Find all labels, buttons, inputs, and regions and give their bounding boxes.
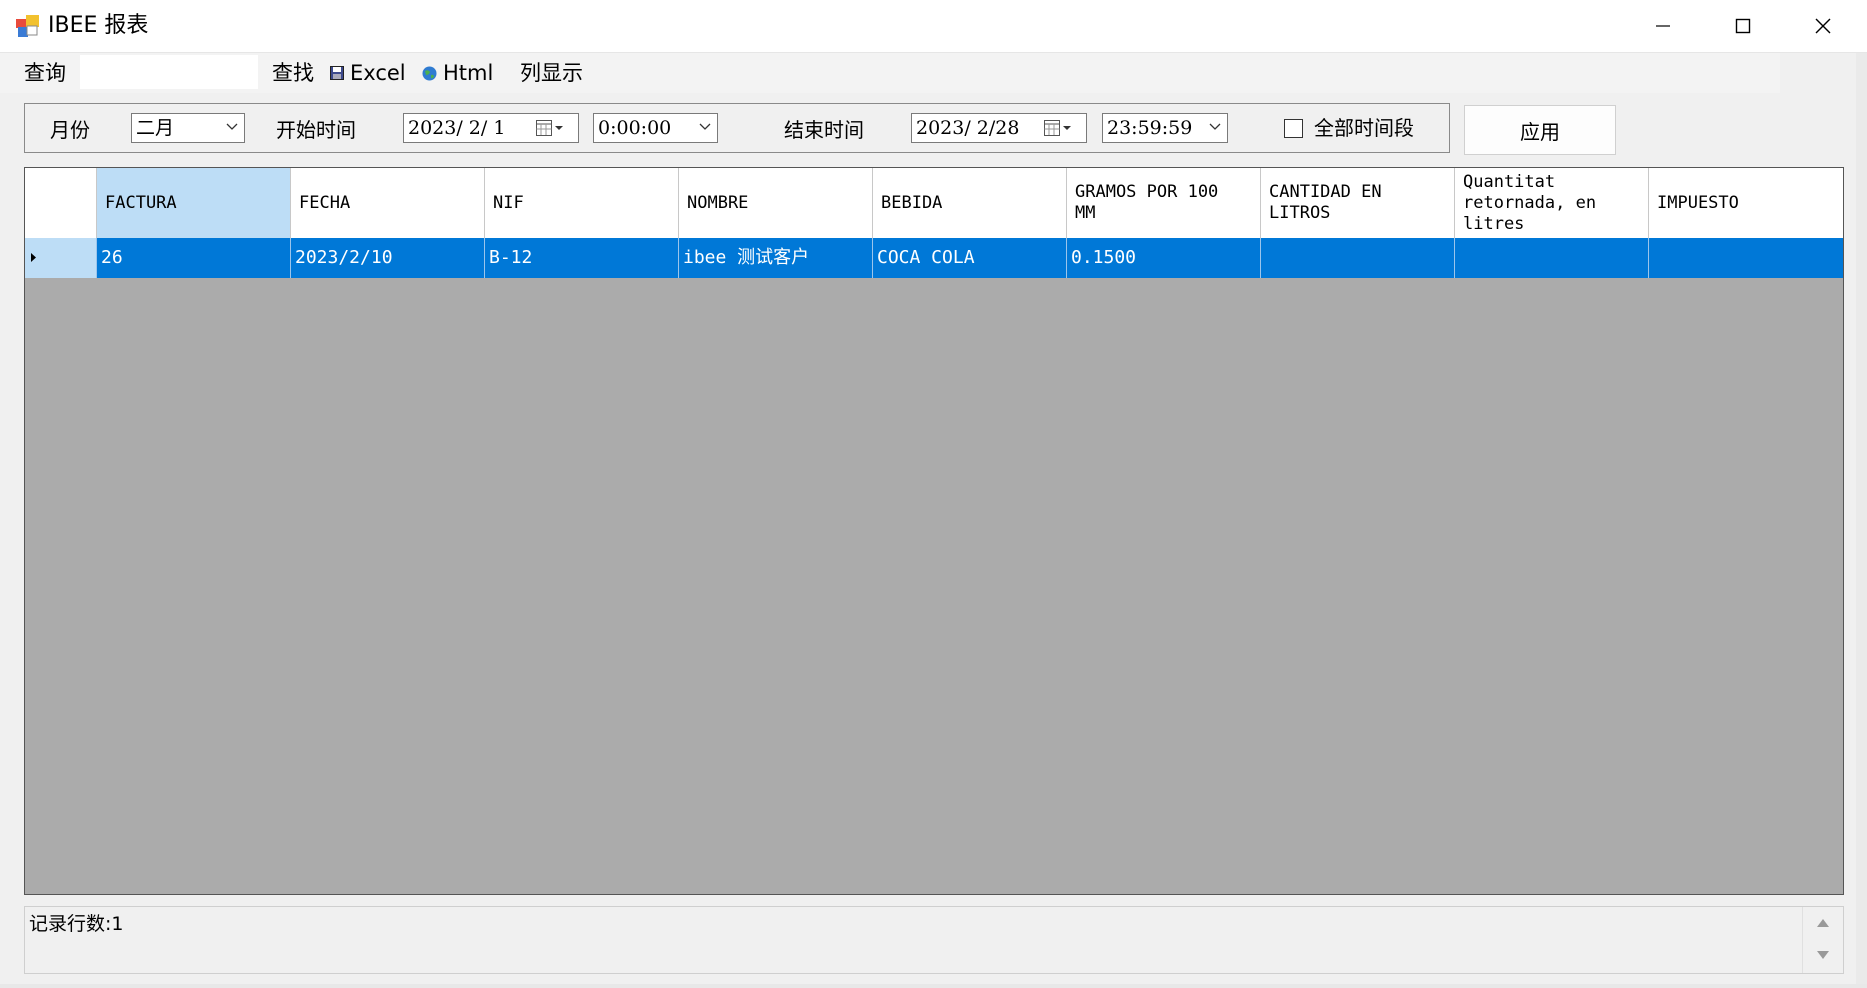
start-time-label: 开始时间 xyxy=(276,118,356,142)
find-button[interactable]: 查找 xyxy=(272,59,314,87)
search-input[interactable] xyxy=(80,55,258,89)
query-label: 查询 xyxy=(24,61,66,85)
maximize-button[interactable] xyxy=(1703,0,1783,52)
minimize-button[interactable] xyxy=(1623,0,1703,52)
table-cell[interactable]: 2023/2/10 xyxy=(291,238,485,278)
excel-export-button[interactable]: Excel xyxy=(330,59,406,87)
end-time-label: 结束时间 xyxy=(784,118,864,142)
title-bar: IBEE 报表 xyxy=(0,0,1867,53)
row-header-corner[interactable] xyxy=(25,168,97,238)
scroll-down-icon[interactable] xyxy=(1817,951,1829,959)
end-time-select[interactable]: 23:59:59 xyxy=(1102,113,1228,143)
toolbar: 查询 查找 Excel Html 列显示 xyxy=(0,53,1780,93)
month-label: 月份 xyxy=(50,118,90,142)
table-cell[interactable]: B-12 xyxy=(485,238,679,278)
status-scrollbar[interactable] xyxy=(1802,907,1843,973)
all-periods-checkbox[interactable] xyxy=(1284,119,1303,138)
column-header[interactable]: GRAMOS POR 100 MM xyxy=(1067,168,1261,238)
column-header[interactable]: CANTIDAD EN LITROS xyxy=(1261,168,1455,238)
close-button[interactable] xyxy=(1783,0,1863,52)
close-icon xyxy=(1815,18,1831,34)
table-row[interactable]: 26 2023/2/10 B-12 ibee 测试客户 COCA COLA 0.… xyxy=(25,238,1843,278)
column-header[interactable]: NOMBRE xyxy=(679,168,873,238)
row-pointer-icon xyxy=(31,253,36,262)
scroll-up-icon[interactable] xyxy=(1817,919,1829,927)
maximize-icon xyxy=(1735,18,1751,34)
excel-label: Excel xyxy=(350,61,406,85)
start-time-value: 0:00:00 xyxy=(598,117,672,139)
column-header[interactable]: BEBIDA xyxy=(873,168,1067,238)
window-title: IBEE 报表 xyxy=(48,13,149,38)
chevron-down-icon xyxy=(699,123,711,130)
chevron-down-icon xyxy=(1209,123,1221,130)
end-date-value: 2023/ 2/28 xyxy=(916,117,1020,139)
calendar-icon xyxy=(536,120,563,136)
status-box: 记录行数:1 xyxy=(24,906,1844,974)
minimize-icon xyxy=(1656,25,1670,27)
start-date-value: 2023/ 2/ 1 xyxy=(408,117,506,139)
save-icon xyxy=(330,66,344,80)
grid-header: FACTURA FECHA NIF NOMBRE BEBIDA GRAMOS P… xyxy=(25,168,1843,239)
calendar-icon xyxy=(1044,120,1071,136)
end-date-picker[interactable]: 2023/ 2/28 xyxy=(911,113,1087,143)
month-value: 二月 xyxy=(136,117,175,139)
data-grid[interactable]: FACTURA FECHA NIF NOMBRE BEBIDA GRAMOS P… xyxy=(24,167,1844,895)
table-cell[interactable]: COCA COLA xyxy=(873,238,1067,278)
globe-icon xyxy=(422,66,437,80)
column-header[interactable]: Quantitat retornada, en litres xyxy=(1455,168,1649,238)
table-cell[interactable] xyxy=(1261,238,1455,278)
table-cell[interactable]: ibee 测试客户 xyxy=(679,238,873,278)
html-label: Html xyxy=(443,61,494,85)
chevron-down-icon xyxy=(226,123,238,130)
column-header[interactable]: FACTURA xyxy=(97,168,291,238)
table-cell[interactable]: 26 xyxy=(97,238,291,278)
table-cell[interactable] xyxy=(1455,238,1649,278)
apply-button[interactable]: 应用 xyxy=(1464,105,1616,155)
table-cell[interactable] xyxy=(1649,238,1843,278)
month-select[interactable]: 二月 xyxy=(131,113,245,143)
apply-label: 应用 xyxy=(1520,119,1560,144)
column-header[interactable]: FECHA xyxy=(291,168,485,238)
window-bottom-edge xyxy=(0,984,1867,988)
end-time-value: 23:59:59 xyxy=(1107,117,1193,139)
window-edge xyxy=(1856,53,1867,988)
column-header[interactable]: NIF xyxy=(485,168,679,238)
record-count: 记录行数:1 xyxy=(29,913,124,935)
row-header[interactable] xyxy=(25,238,97,278)
all-periods-label: 全部时间段 xyxy=(1314,116,1414,140)
html-export-button[interactable]: Html xyxy=(422,59,493,87)
table-cell[interactable]: 0.1500 xyxy=(1067,238,1261,278)
start-time-select[interactable]: 0:00:00 xyxy=(593,113,718,143)
column-header[interactable]: IMPUESTO xyxy=(1649,168,1843,238)
app-icon xyxy=(16,15,39,37)
column-display-button[interactable]: 列显示 xyxy=(520,59,583,87)
start-date-picker[interactable]: 2023/ 2/ 1 xyxy=(403,113,579,143)
